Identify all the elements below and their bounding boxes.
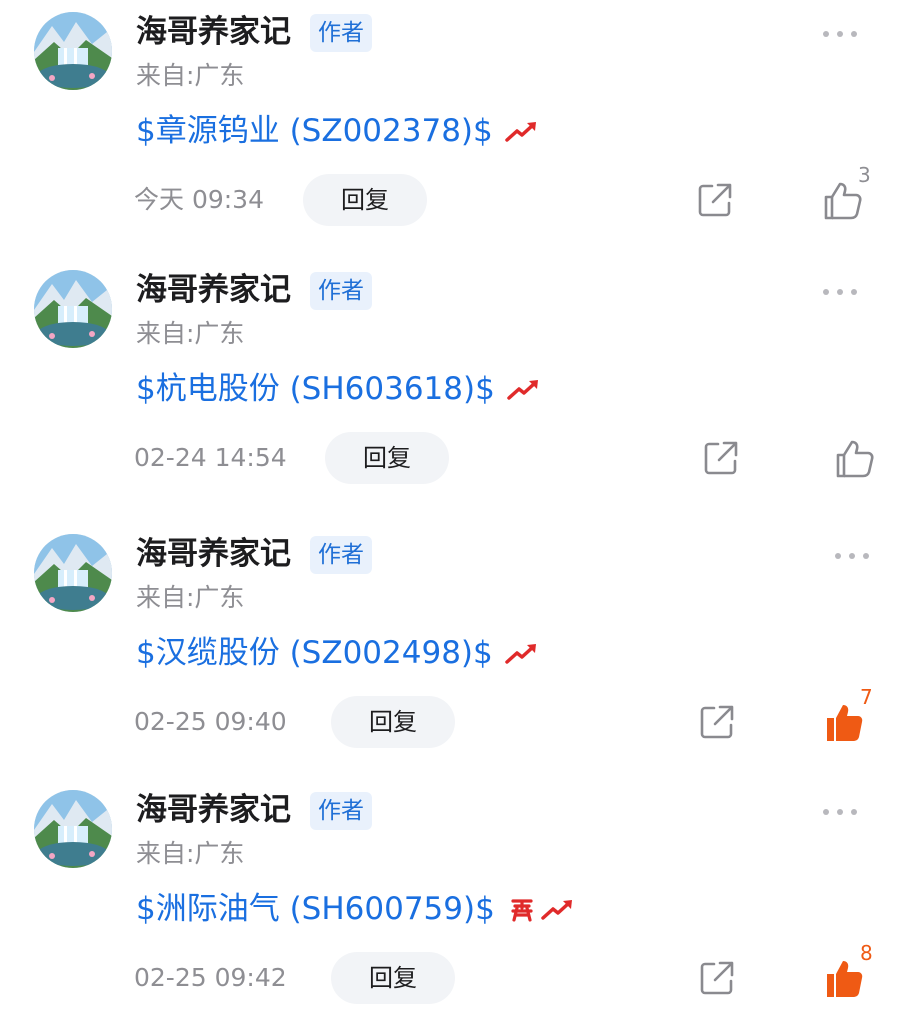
trend-up-icon <box>505 644 536 664</box>
more-dots-icon[interactable] <box>835 546 869 566</box>
stock-link[interactable]: $汉缆股份 (SZ002498)$ <box>136 628 493 678</box>
avatar[interactable] <box>34 790 112 868</box>
timestamp: 今天 09:34 <box>134 185 264 214</box>
comment-item: 海哥养家记 作者 来自:广东 $洲际油气 (SH600759)$ 02-25 0… <box>0 778 907 1034</box>
like-count: 8 <box>860 941 873 965</box>
share-icon[interactable] <box>697 182 733 218</box>
author-name[interactable]: 海哥养家记 <box>136 10 291 54</box>
like-button[interactable]: 8 <box>824 942 884 1006</box>
avatar[interactable] <box>34 12 112 90</box>
author-name[interactable]: 海哥养家记 <box>136 268 291 312</box>
like-button[interactable]: 3 <box>822 164 882 228</box>
like-count: 7 <box>860 685 873 709</box>
author-name[interactable]: 海哥养家记 <box>136 532 291 576</box>
avatar[interactable] <box>34 534 112 612</box>
reply-button[interactable]: 回复 <box>303 174 427 226</box>
reply-button[interactable]: 回复 <box>331 696 455 748</box>
like-count: 3 <box>858 163 871 187</box>
stock-line: $杭电股份 (SH603618)$ <box>136 364 541 414</box>
stock-line: $汉缆股份 (SZ002498)$ <box>136 628 539 678</box>
comment-item: 海哥养家记 作者 来自:广东 $杭电股份 (SH603618)$ 02-24 1… <box>0 258 907 514</box>
stock-line: $章源钨业 (SZ002378)$ <box>136 106 539 156</box>
author-badge: 作者 <box>310 272 372 310</box>
buy-badge-icon <box>508 896 535 922</box>
timestamp: 02-25 09:40 <box>134 707 287 736</box>
location-text: 来自:广东 <box>136 839 245 868</box>
location-text: 来自:广东 <box>136 583 245 612</box>
stock-line: $洲际油气 (SH600759)$ <box>136 884 575 934</box>
trend-up-icon <box>505 122 536 142</box>
share-icon[interactable] <box>699 704 735 740</box>
share-icon[interactable] <box>703 440 739 476</box>
stock-link[interactable]: $杭电股份 (SH603618)$ <box>136 364 495 414</box>
trend-up-icon <box>541 900 572 920</box>
stock-link[interactable]: $洲际油气 (SH600759)$ <box>136 884 495 934</box>
location-text: 来自:广东 <box>136 319 245 348</box>
comment-item: 海哥养家记 作者 来自:广东 $章源钨业 (SZ002378)$ 今天 09:3… <box>0 0 907 256</box>
more-dots-icon[interactable] <box>823 802 857 822</box>
avatar[interactable] <box>34 270 112 348</box>
stock-link[interactable]: $章源钨业 (SZ002378)$ <box>136 106 493 156</box>
timestamp: 02-24 14:54 <box>134 443 287 472</box>
author-badge: 作者 <box>310 14 372 52</box>
trend-up-icon <box>507 380 538 400</box>
author-badge: 作者 <box>310 536 372 574</box>
author-badge: 作者 <box>310 792 372 830</box>
more-dots-icon[interactable] <box>823 282 857 302</box>
like-button[interactable] <box>834 434 894 486</box>
thumbs-up-icon <box>836 440 874 478</box>
location-text: 来自:广东 <box>136 61 245 90</box>
reply-button[interactable]: 回复 <box>331 952 455 1004</box>
comment-item: 海哥养家记 作者 来自:广东 $汉缆股份 (SZ002498)$ 02-25 0… <box>0 522 907 778</box>
reply-button[interactable]: 回复 <box>325 432 449 484</box>
more-dots-icon[interactable] <box>823 24 857 44</box>
author-name[interactable]: 海哥养家记 <box>136 788 291 832</box>
like-button[interactable]: 7 <box>824 686 884 750</box>
timestamp: 02-25 09:42 <box>134 963 287 992</box>
share-icon[interactable] <box>699 960 735 996</box>
